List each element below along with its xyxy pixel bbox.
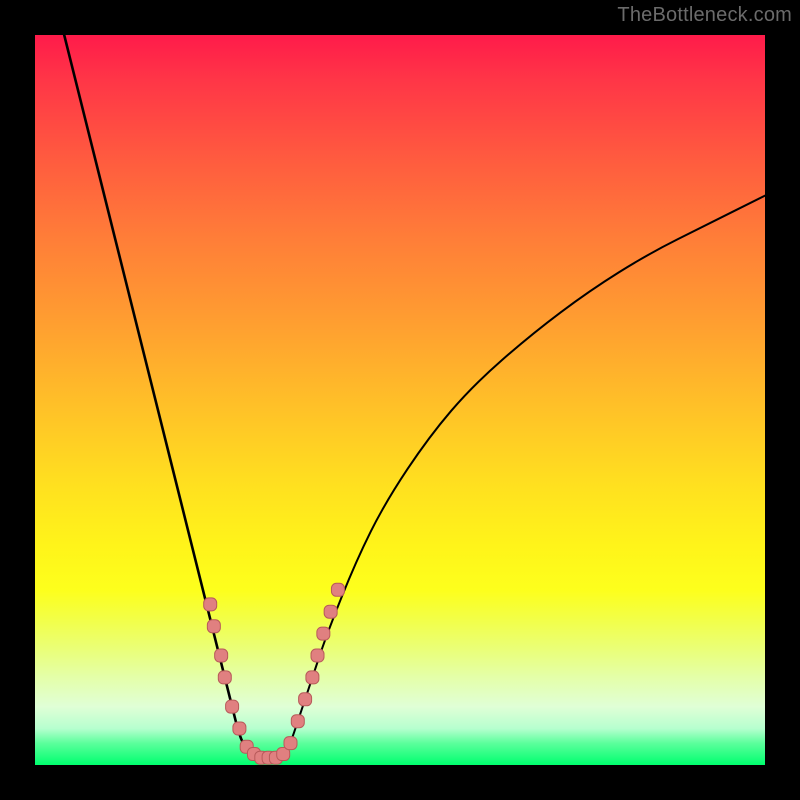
watermark-label: TheBottleneck.com bbox=[617, 4, 792, 27]
chart-frame: TheBottleneck.com bbox=[0, 0, 800, 800]
curve-layer bbox=[35, 35, 765, 765]
curve-right-arm bbox=[283, 196, 765, 758]
scatter-markers bbox=[204, 583, 345, 764]
plot-area bbox=[35, 35, 765, 765]
